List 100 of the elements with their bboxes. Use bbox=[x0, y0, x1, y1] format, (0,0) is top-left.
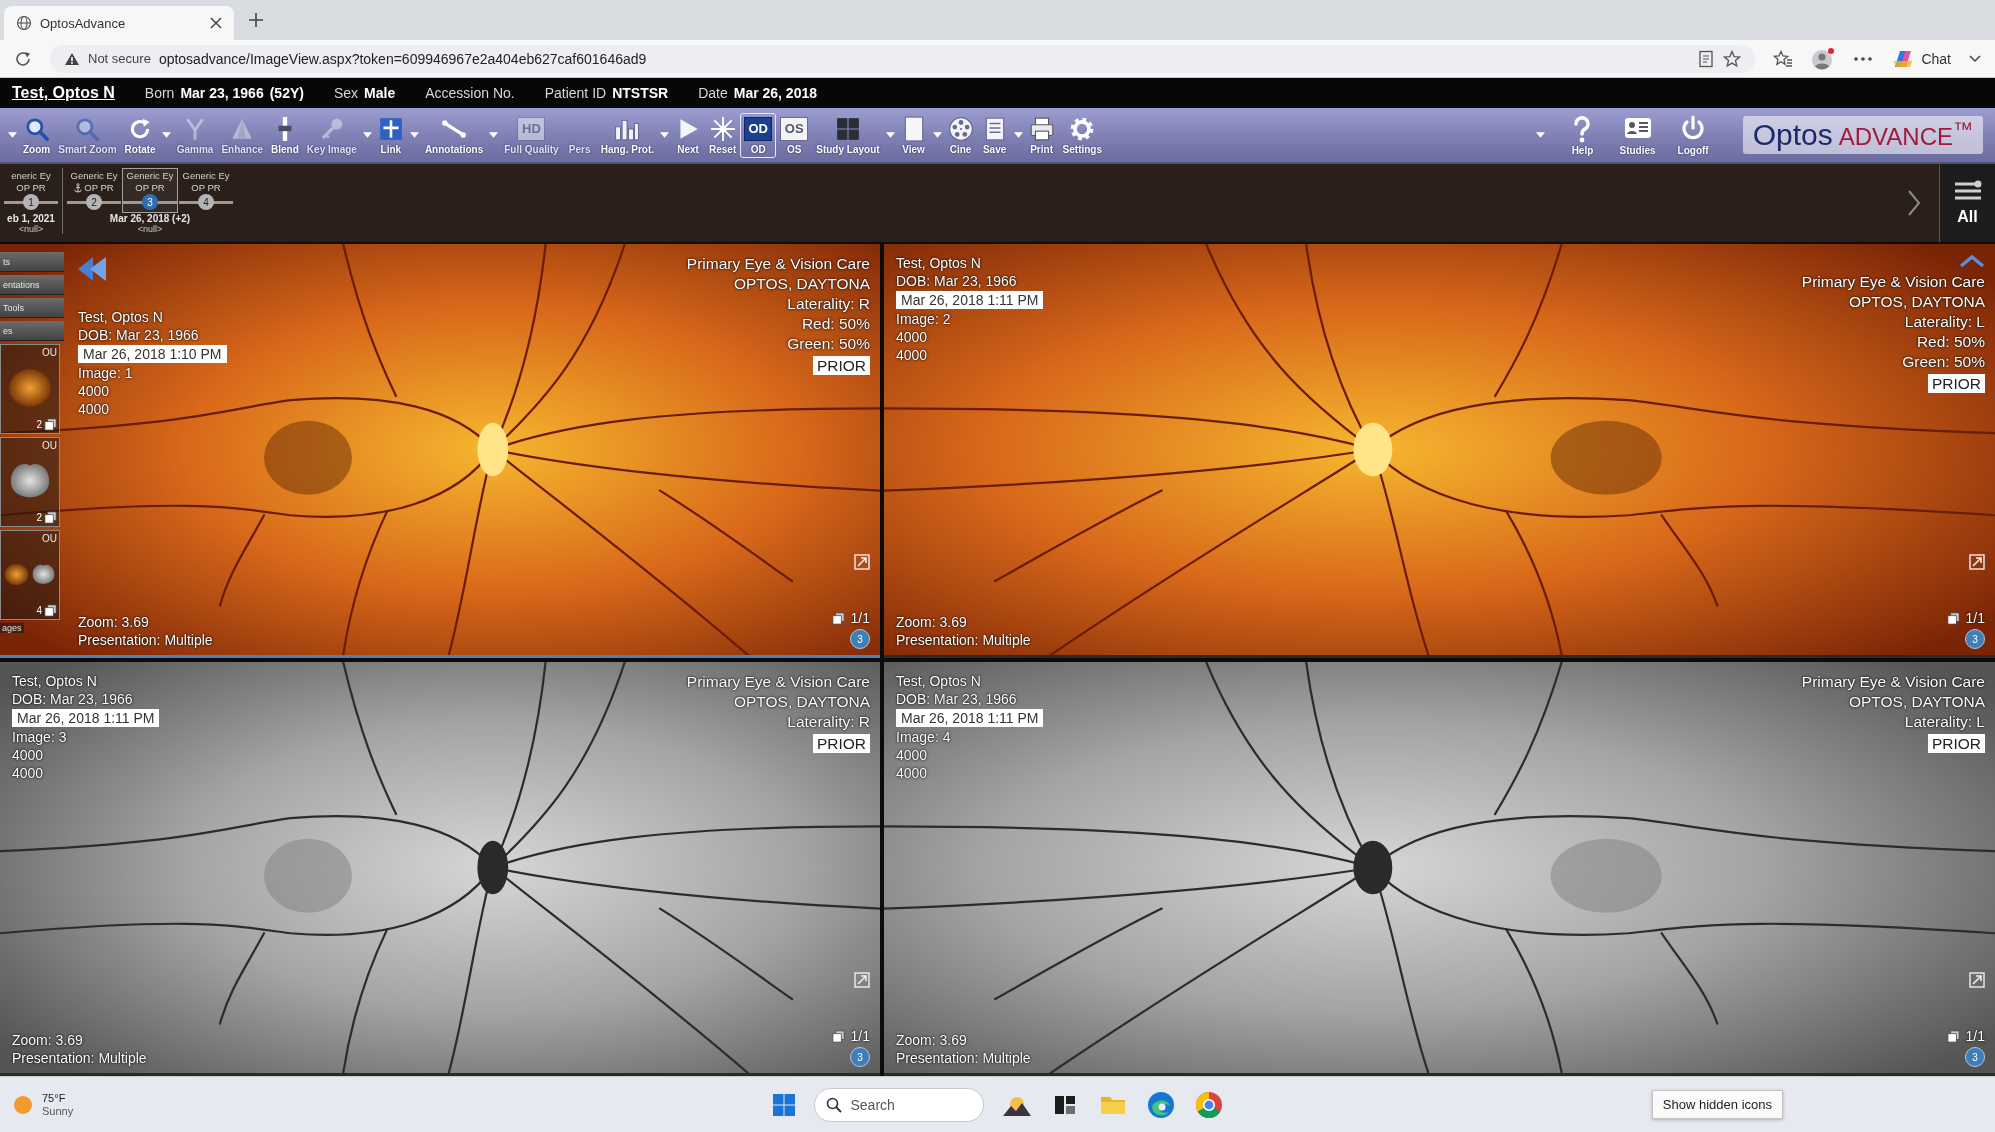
image-detail: Red: 50% bbox=[1916, 332, 1985, 352]
caret-icon[interactable] bbox=[409, 132, 419, 138]
toolbar-button[interactable]: Logoff bbox=[1675, 114, 1711, 156]
timeline-study[interactable]: Generic Ey OP PR 2 bbox=[66, 168, 122, 213]
patient-name: Test, Optos N bbox=[896, 254, 981, 272]
toolbar-button[interactable]: View bbox=[896, 112, 931, 158]
toolbar-button[interactable]: Studies bbox=[1617, 114, 1658, 156]
warning-icon[interactable] bbox=[64, 51, 80, 66]
thumbnail[interactable]: OU 4 bbox=[0, 530, 60, 620]
expand-icon[interactable] bbox=[1969, 554, 1985, 570]
image-count: 2 bbox=[36, 419, 42, 430]
image-dimension: 4000 bbox=[12, 764, 44, 782]
thumbnail[interactable]: OU 2 bbox=[0, 437, 60, 527]
reader-icon[interactable] bbox=[1697, 49, 1716, 68]
chevron-down-icon[interactable] bbox=[1969, 52, 1981, 65]
header-label: Sex bbox=[333, 85, 359, 101]
grid-icon bbox=[834, 115, 861, 142]
toolbar-button[interactable]: Next bbox=[671, 112, 705, 158]
header-value: NTSTSR bbox=[612, 85, 669, 101]
plus-icon[interactable] bbox=[248, 12, 264, 28]
expand-icon[interactable] bbox=[854, 554, 870, 570]
toolbar-button[interactable]: Study Layout bbox=[812, 112, 884, 158]
toolbar-button[interactable]: Reset bbox=[705, 112, 741, 158]
study-type: OP PR bbox=[191, 182, 221, 193]
favorites-icon[interactable] bbox=[1773, 49, 1794, 68]
logo-text: ADVANCE$^{™}$ bbox=[1838, 118, 1973, 151]
patient-name-link[interactable]: Test, Optos N bbox=[12, 84, 115, 102]
study-type: OP PR bbox=[135, 182, 165, 193]
caret-icon[interactable] bbox=[1013, 132, 1023, 138]
star-icon[interactable] bbox=[1723, 49, 1742, 68]
image-detail: OPTOS, DAYTONA bbox=[1848, 292, 1985, 312]
sidebar-button[interactable]: Tools bbox=[0, 298, 64, 318]
profile-avatar-icon[interactable] bbox=[1811, 46, 1836, 71]
toolbar-button[interactable]: OD OD bbox=[740, 112, 777, 158]
image-detail: Laterality: R bbox=[787, 294, 870, 314]
caret-icon[interactable] bbox=[660, 132, 669, 138]
close-icon[interactable] bbox=[210, 17, 222, 29]
sidebar-button[interactable]: entations bbox=[0, 275, 64, 295]
thumbnail[interactable]: OU 2 bbox=[0, 344, 60, 434]
film-reel-icon bbox=[947, 115, 974, 142]
browser-tab[interactable]: OptosAdvance bbox=[4, 6, 234, 40]
image-detail: Laterality: L bbox=[1904, 312, 1985, 332]
header-value: Mar 23, 1966 bbox=[180, 85, 264, 101]
study-label: Generic Ey bbox=[126, 170, 174, 181]
toolbar-button[interactable]: Print bbox=[1024, 112, 1059, 158]
thumbnail-photo bbox=[4, 561, 29, 587]
image-count: 4 bbox=[36, 605, 42, 616]
toolbar-button[interactable]: Settings bbox=[1058, 112, 1107, 158]
birth-date: DOB: Mar 23, 1966 bbox=[12, 690, 133, 708]
toolbar-button[interactable]: Zoom bbox=[19, 112, 55, 158]
caret-icon[interactable] bbox=[885, 132, 895, 138]
sidebar-button[interactable]: es bbox=[0, 321, 64, 341]
start-icon[interactable] bbox=[771, 1092, 796, 1117]
image-detail: Primary Eye & Vision Care bbox=[1801, 272, 1985, 292]
header-label: Accession No. bbox=[425, 85, 515, 101]
chat-button[interactable]: Chat bbox=[1891, 46, 1951, 71]
caret-icon[interactable] bbox=[932, 132, 942, 138]
caret-icon[interactable] bbox=[1536, 132, 1546, 138]
toolbar-button[interactable]: Rotate bbox=[120, 112, 160, 158]
timeline-study[interactable]: Generic Ey OP PR 4 bbox=[178, 168, 234, 213]
search-icon bbox=[825, 1096, 842, 1113]
image-number: Image: 1 bbox=[78, 364, 133, 382]
expand-icon[interactable] bbox=[1969, 972, 1985, 988]
swirl-logo-icon[interactable] bbox=[1145, 1089, 1176, 1120]
chevron-up-icon[interactable] bbox=[1959, 254, 1985, 268]
security-label[interactable]: Not secure bbox=[88, 51, 151, 66]
prior-tag: PRIOR bbox=[1927, 734, 1985, 753]
header-label: Date bbox=[698, 85, 728, 101]
toolbar-button[interactable]: Blend bbox=[267, 112, 303, 158]
acquisition-date: Mar 26, 2018 1:11 PM bbox=[896, 709, 1044, 727]
sidebar-button[interactable]: ts bbox=[0, 252, 64, 272]
birth-date: DOB: Mar 23, 1966 bbox=[896, 272, 1017, 290]
toolbar-button[interactable]: OS OS bbox=[776, 112, 813, 158]
toolbar-button[interactable]: Help bbox=[1565, 114, 1600, 156]
timeline-study[interactable]: eneric Ey OP PR 1 bbox=[3, 168, 59, 213]
thumbnail-photo bbox=[8, 366, 52, 410]
image-dimension: 4000 bbox=[896, 764, 928, 782]
timeline-marker: 2 bbox=[86, 194, 102, 210]
toolbar-button[interactable]: Save bbox=[977, 112, 1012, 158]
study-type: OP PR bbox=[16, 182, 46, 193]
toolbar-button[interactable]: Annotations bbox=[420, 112, 488, 158]
expand-icon[interactable] bbox=[854, 972, 870, 988]
timeline-study[interactable]: Generic Ey OP PR 3 bbox=[122, 168, 178, 213]
toolbar-button[interactable]: Cine bbox=[943, 112, 978, 158]
caret-icon[interactable] bbox=[489, 132, 499, 138]
caret-icon[interactable] bbox=[161, 132, 171, 138]
caret-icon[interactable] bbox=[8, 132, 17, 138]
all-button[interactable]: All bbox=[1939, 164, 1995, 242]
ring-logo-icon[interactable] bbox=[1193, 1089, 1224, 1120]
toolbar-button[interactable]: Hang. Prot. bbox=[596, 112, 658, 158]
image-detail: OPTOS, DAYTONA bbox=[733, 692, 870, 712]
weather-condition: Sunny bbox=[42, 1104, 74, 1118]
sidebar-label: ages bbox=[0, 623, 24, 633]
address-field[interactable]: Not secure optosadvance/ImageView.aspx?token=609946967e2a404eb627caf601646ad9 bbox=[50, 44, 1756, 73]
chevron-right-icon[interactable] bbox=[1907, 189, 1921, 217]
reload-icon[interactable] bbox=[14, 49, 32, 68]
double-arrow-left-icon[interactable] bbox=[78, 256, 108, 282]
study-note: <null> bbox=[137, 224, 163, 234]
toolbar-button[interactable]: Link bbox=[373, 112, 408, 158]
search-field[interactable]: Search bbox=[813, 1087, 984, 1122]
